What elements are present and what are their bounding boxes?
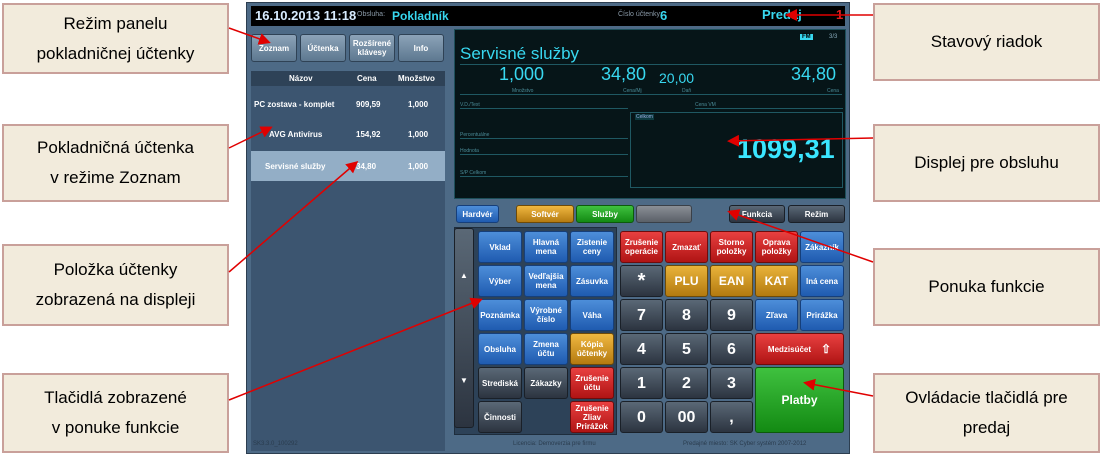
callout-arrows: [228, 9, 874, 401]
arrow-item-displayed: [228, 161, 359, 273]
arrow-panel-mode: [228, 27, 271, 45]
arrow-function-menu: [727, 209, 874, 263]
arrow-function-buttons: [228, 297, 483, 401]
arrow-receipt-list: [228, 126, 273, 149]
arrow-operator-display: [727, 134, 874, 147]
arrow-sale-controls: [803, 378, 874, 397]
